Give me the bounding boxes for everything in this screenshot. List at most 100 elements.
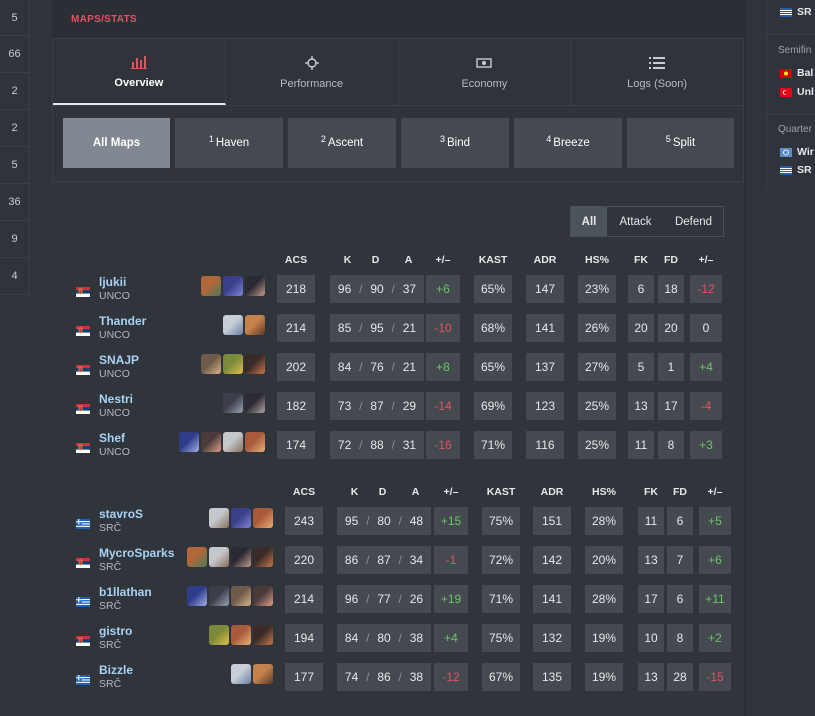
stat-fpm: +11 — [699, 585, 731, 613]
kda-separator: / — [398, 592, 402, 606]
agent-m-icon — [209, 547, 229, 567]
kda-separator: / — [398, 553, 402, 567]
player-name-link[interactable]: gistro — [99, 624, 132, 638]
stat-kda: 86 / 87 / 34 — [337, 546, 431, 574]
kda-separator: / — [391, 438, 395, 452]
player-name-link[interactable]: ljukii — [99, 275, 126, 289]
stat-a: 21 — [402, 360, 417, 374]
map-number: 1 — [208, 134, 214, 144]
bracket-team[interactable]: Wir — [780, 146, 814, 158]
stat-acs: 243 — [285, 507, 323, 535]
tab-performance[interactable]: Performance — [226, 39, 399, 105]
stat-pm: -12 — [434, 663, 468, 691]
column-header-a[interactable]: A — [396, 254, 421, 266]
bracket-team[interactable]: Unl — [780, 86, 814, 98]
agent-k-icon — [187, 586, 207, 606]
player-name-link[interactable]: MycroSparks — [99, 546, 174, 560]
player-name-link[interactable]: Nestri — [99, 392, 133, 406]
column-header-fk[interactable]: FK — [628, 254, 654, 266]
agent-h-icon — [253, 547, 273, 567]
player-row: stavroS SRČ 243 95 / 80 / 48 +15 75% 151 28% 11 6 +5 — [52, 502, 744, 541]
player-name-link[interactable]: Bizzle — [99, 663, 133, 677]
map-number: 2 — [320, 134, 326, 144]
tab-economy[interactable]: Economy — [399, 39, 572, 105]
player-name-link[interactable]: SNAJP — [99, 353, 139, 367]
stat-hs: 28% — [585, 585, 623, 613]
stat-acs: 214 — [285, 585, 323, 613]
column-header-k[interactable]: K — [335, 254, 360, 266]
stat-d: 77 — [377, 592, 391, 606]
column-header-d[interactable]: D — [363, 254, 388, 266]
agent-f-icon — [201, 354, 221, 374]
column-header-hs[interactable]: HS% — [585, 486, 623, 498]
tab-overview[interactable]: Overview — [53, 39, 226, 105]
map-button-all-maps[interactable]: All Maps — [63, 118, 170, 168]
agent-b-icon — [223, 276, 243, 296]
bracket-team[interactable]: SR — [780, 6, 812, 18]
map-button-bind[interactable]: 3 Bind — [401, 118, 509, 168]
map-button-breeze[interactable]: 4 Breeze — [514, 118, 622, 168]
filter-all-button[interactable]: All — [571, 207, 607, 236]
player-row: b1llathan SRČ 214 96 / 77 / 26 +19 71% 141 28% 17 6 +1… — [52, 580, 744, 619]
stat-kda: 96 / 90 / 37 — [330, 275, 424, 303]
stat-k: 96 — [337, 282, 352, 296]
player-name-link[interactable]: Shef — [99, 431, 125, 445]
column-header-kast[interactable]: KAST — [474, 254, 512, 266]
column-header-pm[interactable]: +/– — [426, 254, 460, 266]
map-label: Haven — [215, 137, 250, 149]
column-header-adr[interactable]: ADR — [533, 486, 571, 498]
column-header-adr[interactable]: ADR — [526, 254, 564, 266]
stat-hs: 27% — [578, 353, 616, 381]
column-header-fd[interactable]: FD — [667, 486, 693, 498]
left-column-cell: 4 — [0, 258, 29, 295]
bracket-team-name: SR — [797, 6, 812, 18]
quarterfinals-label: Quarter — [778, 124, 812, 135]
player-name-link[interactable]: b1llathan — [99, 585, 152, 599]
column-header-a[interactable]: A — [403, 486, 428, 498]
map-button-haven[interactable]: 1 Haven — [175, 118, 283, 168]
column-header-fd[interactable]: FD — [658, 254, 684, 266]
column-header-fpm[interactable]: +/– — [699, 486, 731, 498]
greece-flag-icon — [780, 165, 792, 175]
tab-label: Logs (Soon) — [627, 78, 688, 90]
column-header-acs[interactable]: ACS — [277, 254, 315, 266]
agent-n-icon — [245, 432, 265, 452]
agent-n-icon — [253, 508, 273, 528]
bracket-team[interactable]: SR — [780, 164, 812, 176]
stat-kda: 84 / 80 / 38 — [337, 624, 431, 652]
stat-pm: -14 — [426, 392, 460, 420]
filter-defend-button[interactable]: Defend — [664, 207, 723, 236]
tab-logs[interactable]: Logs (Soon) — [571, 39, 743, 105]
column-header-pm[interactable]: +/– — [434, 486, 468, 498]
agent-b-icon — [231, 508, 251, 528]
serbia-flag-icon — [76, 633, 90, 646]
column-header-d[interactable]: D — [370, 486, 395, 498]
column-header-k[interactable]: K — [342, 486, 367, 498]
match-stats-panel: MAPS/STATS Overview Performance Economy … — [52, 0, 745, 716]
filter-attack-button[interactable]: Attack — [607, 207, 664, 236]
stat-fd: 6 — [667, 507, 693, 535]
agent-h-icon — [245, 354, 265, 374]
player-name-link[interactable]: Thander — [99, 314, 146, 328]
stat-d: 88 — [370, 438, 384, 452]
column-header-fpm[interactable]: +/– — [690, 254, 722, 266]
stat-k: 74 — [344, 670, 359, 684]
column-header-acs[interactable]: ACS — [285, 486, 323, 498]
map-button-ascent[interactable]: 2 Ascent — [288, 118, 396, 168]
agent-a-icon — [201, 276, 221, 296]
player-name-link[interactable]: stavroS — [99, 507, 143, 521]
column-header-hs[interactable]: HS% — [578, 254, 616, 266]
map-button-split[interactable]: 5 Split — [627, 118, 734, 168]
agent-m-icon — [223, 432, 243, 452]
stat-a: 38 — [409, 670, 424, 684]
column-header-fk[interactable]: FK — [638, 486, 664, 498]
bracket-team[interactable]: Bal — [780, 67, 813, 79]
kda-separator: / — [391, 399, 395, 413]
map-label: Split — [672, 137, 696, 149]
stat-fpm: +5 — [699, 507, 731, 535]
stat-kda: 73 / 87 / 29 — [330, 392, 424, 420]
serbia-flag-icon — [76, 284, 90, 297]
agent-l-icon — [201, 432, 221, 452]
column-header-kast[interactable]: KAST — [482, 486, 520, 498]
stat-fd: 6 — [667, 585, 693, 613]
